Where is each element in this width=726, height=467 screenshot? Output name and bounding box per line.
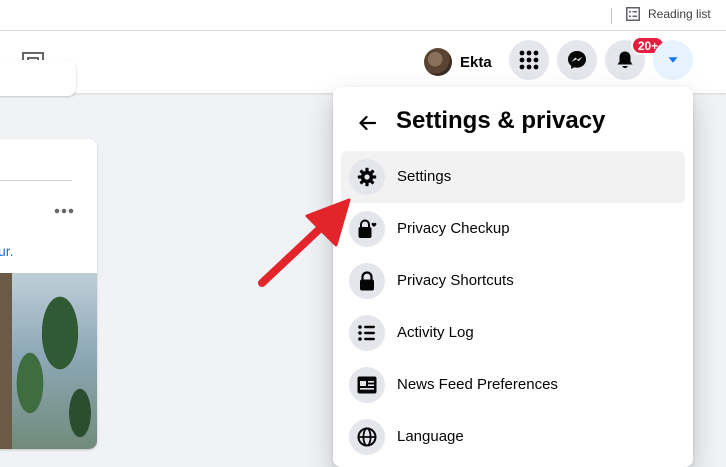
menu-item-label: News Feed Preferences [397,376,558,393]
browser-bookmarks-bar: Reading list [0,0,726,31]
grid-icon [519,50,539,70]
profile-name: Ekta [460,53,492,71]
back-button[interactable] [351,107,383,139]
menu-item-label: Language [397,428,464,445]
more-options-icon[interactable] [53,207,75,215]
menu-title: Settings & privacy [396,107,606,134]
menu-item-label: Activity Log [397,324,474,341]
reading-list-icon [626,7,640,21]
top-navigation-bar: Ekta 20+ [0,31,726,93]
post-image[interactable] [0,273,97,449]
post-link[interactable]: ur. [0,243,14,259]
menu-item-privacy-shortcuts[interactable]: Privacy Shortcuts [341,255,685,307]
menu-item-settings[interactable]: Settings [341,151,685,203]
menu-item-activity-log[interactable]: Activity Log [341,307,685,359]
bookmarks-separator [611,8,612,24]
annotation-arrow-icon [258,198,351,287]
menu-item-language[interactable]: Language [341,411,685,463]
menu-button[interactable] [509,40,549,80]
menu-item-privacy-checkup[interactable]: Privacy Checkup [341,203,685,255]
messenger-button[interactable] [557,40,597,80]
feed-icon [357,376,377,394]
menu-item-label: Settings [397,168,452,185]
gear-icon [357,167,377,187]
settings-privacy-menu: Settings & privacy Settings Privacy Chec… [333,87,693,467]
caret-down-icon [668,57,678,63]
feed-post-card: ur. [0,139,97,449]
menu-item-icon-wrap [349,367,385,403]
reading-list-button[interactable]: Reading list [626,7,711,21]
bell-icon [617,51,633,69]
feed-card-partial [0,60,76,96]
globe-icon [357,427,377,447]
account-menu-button[interactable] [653,40,693,80]
menu-item-news-feed-preferences[interactable]: News Feed Preferences [341,359,685,411]
profile-shortcut[interactable]: Ekta [424,46,492,78]
menu-item-label: Privacy Shortcuts [397,272,514,289]
back-arrow-icon [359,115,376,131]
list-icon [358,325,375,341]
messenger-icon [568,51,586,69]
menu-item-label: Privacy Checkup [397,220,510,237]
menu-item-icon-wrap [349,419,385,455]
menu-item-icon-wrap [349,315,385,351]
reading-list-label: Reading list [648,7,711,21]
avatar [424,48,452,76]
post-divider [0,180,72,181]
menu-header: Settings & privacy [333,87,693,151]
